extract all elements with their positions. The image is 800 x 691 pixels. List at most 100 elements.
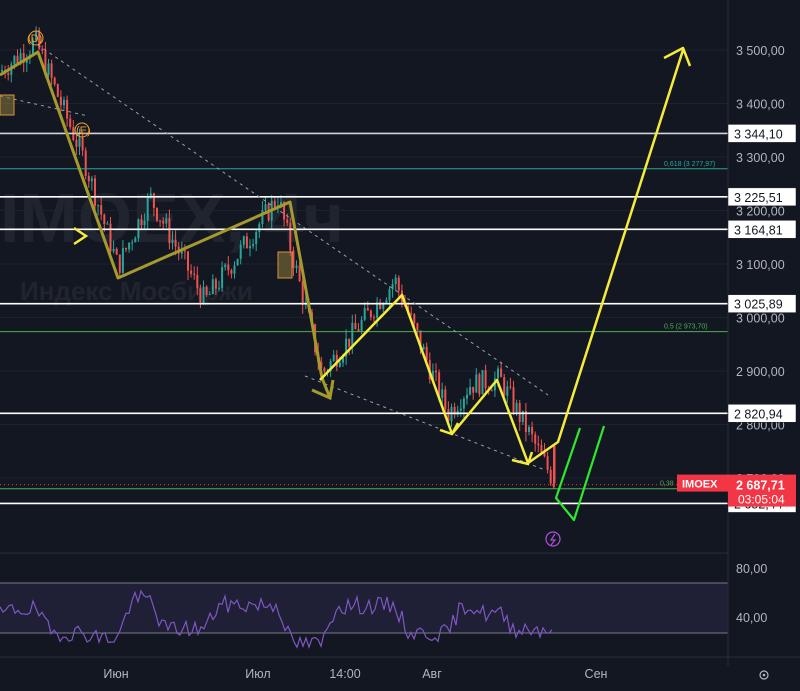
candle (537, 443, 540, 446)
lightning-icon[interactable] (545, 531, 561, 547)
candle (503, 377, 506, 396)
candle (41, 48, 44, 51)
rsi-tick-label: 40,00 (736, 611, 767, 625)
candle (435, 370, 437, 373)
candle (149, 193, 152, 197)
candle (478, 374, 481, 395)
zone-box[interactable] (277, 251, 293, 279)
candle (348, 338, 351, 347)
candle (112, 248, 115, 252)
lightning-glyph (549, 533, 557, 546)
price-tick-label: 3 000,00 (736, 312, 785, 326)
candle (152, 193, 155, 208)
time-tick-label: Сен (585, 667, 608, 681)
price-tick-label: 3 500,00 (736, 44, 785, 58)
candle (75, 139, 78, 147)
candle (214, 279, 217, 289)
candle (140, 219, 143, 226)
candle (500, 368, 503, 378)
candle (363, 308, 366, 320)
candle (512, 387, 515, 413)
candle (211, 279, 214, 295)
candle (208, 294, 211, 296)
candle (273, 200, 276, 208)
candle (413, 314, 416, 324)
price-tick-label: 2 900,00 (736, 365, 785, 379)
candle (388, 289, 391, 301)
price-tick-label: 3 400,00 (736, 98, 785, 112)
candle (528, 427, 530, 432)
candle (7, 73, 10, 75)
candle (509, 386, 512, 388)
candle (100, 205, 103, 215)
candle (462, 398, 465, 409)
candle (50, 63, 53, 78)
candle (239, 244, 242, 259)
candle (1, 69, 3, 72)
candle (196, 274, 199, 289)
candle (441, 389, 444, 398)
wave-projection-path[interactable] (319, 49, 685, 465)
time-tick-label: Июл (245, 667, 270, 681)
candle (63, 99, 65, 106)
fib-level-label: 0,618 (3 277,97) (664, 161, 715, 168)
level-price-label: 3 025,89 (734, 298, 783, 312)
wave-projection-arrowhead (663, 46, 692, 67)
candle (183, 250, 186, 252)
symbol-tag-label: IMOEX (682, 479, 718, 491)
candle (174, 239, 177, 247)
candle (87, 176, 90, 182)
candle (338, 362, 341, 367)
candle (484, 370, 487, 389)
candle (534, 434, 537, 444)
candle (369, 310, 372, 318)
price-tick-label: 3 100,00 (736, 258, 785, 272)
correction-path[interactable] (554, 425, 606, 522)
candle (286, 219, 289, 223)
candle (323, 368, 326, 372)
candle (531, 427, 534, 435)
level-price-label: 2 820,94 (734, 407, 783, 421)
candle (187, 251, 189, 271)
candle (258, 224, 261, 233)
candle (466, 394, 468, 399)
candle (146, 196, 149, 221)
candle (506, 386, 509, 396)
candle (295, 265, 298, 268)
price-tick-label: 3 200,00 (736, 205, 785, 219)
price-chart[interactable]: IMOEX, 4ч Индекс Мосбиржи 0,618 (3 277,97… (0, 0, 800, 686)
candle (264, 204, 267, 211)
candle (298, 265, 301, 282)
candle (103, 214, 106, 225)
candle (202, 286, 205, 304)
candle (81, 137, 84, 151)
candle (190, 270, 193, 274)
rsi-band (0, 583, 728, 633)
candle (373, 317, 375, 319)
candle (469, 386, 472, 395)
candle (13, 55, 16, 65)
candle (397, 277, 400, 291)
zone-box[interactable] (0, 94, 15, 116)
candle (515, 402, 518, 413)
candle (549, 469, 552, 484)
candle (360, 319, 363, 332)
time-tick-label: Июн (103, 667, 128, 681)
candle (66, 99, 69, 119)
candle (205, 286, 208, 295)
candle (490, 390, 493, 392)
candle (292, 250, 295, 268)
candle (59, 96, 62, 106)
candle (518, 402, 521, 422)
candle (53, 77, 56, 85)
candle (233, 265, 236, 274)
candle (242, 236, 245, 245)
chart-canvas[interactable]: IMOEX, 4чИндекс Мосбиржи 0,618 (3 277,97… (0, 0, 800, 686)
trend-channel-lower[interactable] (304, 375, 546, 471)
candle (255, 232, 258, 245)
candle (301, 281, 304, 305)
candle (422, 346, 425, 350)
watermark-exchange: Индекс Мосбиржи (20, 276, 253, 306)
candle (221, 267, 224, 288)
level-price-label: 3 225,51 (734, 191, 783, 205)
